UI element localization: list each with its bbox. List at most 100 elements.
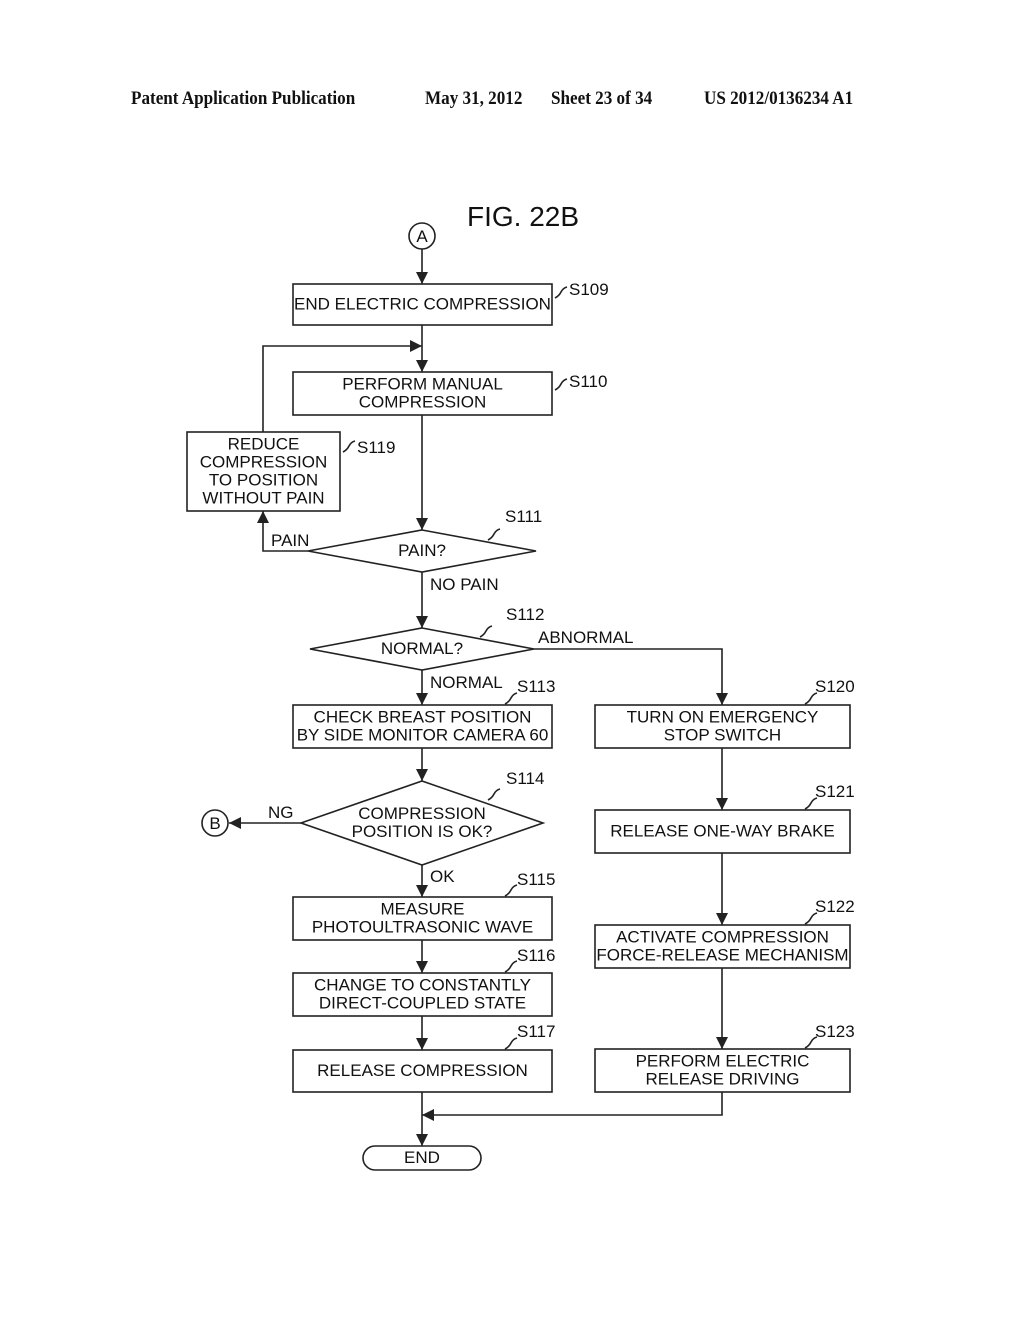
process-box-s119-text-line: REDUCE xyxy=(228,435,300,454)
branch-label-ng: NG xyxy=(268,803,294,822)
arrowhead xyxy=(257,511,269,523)
step-label-leader xyxy=(487,528,501,541)
process-box-s123-text-line: PERFORM ELECTRIC xyxy=(636,1052,810,1071)
arrowhead xyxy=(416,693,428,705)
arrowhead xyxy=(416,272,428,284)
process-box-s119-text-line: WITHOUT PAIN xyxy=(202,489,324,508)
decision-s112: NORMAL? xyxy=(309,627,535,671)
arrowhead xyxy=(416,518,428,530)
arrowhead xyxy=(422,1109,434,1121)
branch-label-ok: OK xyxy=(430,867,455,886)
process-box-s121: RELEASE ONE-WAY BRAKE xyxy=(594,809,851,854)
step-label-leader xyxy=(554,286,568,299)
flow-nodes: A END ELECTRIC COMPRESSION S109 PERFORM MAN… xyxy=(186,222,855,1171)
step-label-leader xyxy=(342,440,356,453)
step-id: S119 xyxy=(357,438,395,457)
process-box-s110-text-line: PERFORM MANUAL xyxy=(342,375,503,394)
step-id: S117 xyxy=(517,1022,555,1041)
connector-a-label: A xyxy=(416,227,428,246)
process-box-s122: ACTIVATE COMPRESSIONFORCE-RELEASE MECHAN… xyxy=(594,924,851,969)
step-label-s111: S111 xyxy=(487,507,542,541)
branch-label-abnormal: ABNORMAL xyxy=(538,628,633,647)
step-id: S114 xyxy=(506,769,544,788)
step-id: S121 xyxy=(815,782,855,801)
arrowhead xyxy=(416,769,428,781)
process-box-s109: END ELECTRIC COMPRESSION xyxy=(292,283,553,326)
end-terminator: END xyxy=(362,1145,482,1171)
process-box-s119: REDUCECOMPRESSIONTO POSITIONWITHOUT PAIN xyxy=(186,431,341,512)
decision-s114-text-line: COMPRESSION xyxy=(358,804,486,823)
process-box-s113-text-line: BY SIDE MONITOR CAMERA 60 xyxy=(297,726,549,745)
decision-s112-text-line: NORMAL? xyxy=(381,639,463,658)
process-box-s119-text-line: COMPRESSION xyxy=(200,453,328,472)
decision-s114-text-line: POSITION IS OK? xyxy=(352,822,493,841)
step-label-leader xyxy=(554,378,568,391)
step-label-s116: S116 xyxy=(504,946,555,973)
step-label-s123: S123 xyxy=(804,1022,855,1049)
arrowhead xyxy=(416,1038,428,1050)
step-label-s114: S114 xyxy=(487,769,544,801)
process-box-s117-text-line: RELEASE COMPRESSION xyxy=(317,1061,528,1080)
step-label-leader xyxy=(504,884,518,897)
arrowhead xyxy=(716,913,728,925)
connector-b: B xyxy=(201,809,229,837)
step-label-leader xyxy=(504,692,518,705)
flowchart: FIG. 22B A END ELECTRIC COMPRESSION S109 PE… xyxy=(186,201,855,1171)
step-id: S122 xyxy=(815,897,855,916)
step-label-s117: S117 xyxy=(504,1022,555,1050)
step-id: S113 xyxy=(517,677,555,696)
step-id: S116 xyxy=(517,946,555,965)
process-box-s120-text-line: TURN ON EMERGENCY xyxy=(627,708,819,727)
process-box-s113: CHECK BREAST POSITIONBY SIDE MONITOR CAM… xyxy=(292,704,553,749)
arrowhead xyxy=(416,1134,428,1146)
branch-label-normal: NORMAL xyxy=(430,673,503,692)
step-id: S112 xyxy=(506,605,544,624)
arrowhead xyxy=(416,961,428,973)
arrowhead xyxy=(716,1037,728,1049)
process-box-s122-text-line: ACTIVATE COMPRESSION xyxy=(616,928,829,947)
process-box-s123: PERFORM ELECTRICRELEASE DRIVING xyxy=(594,1048,851,1093)
arrowhead xyxy=(416,360,428,372)
process-box-s110-text-line: COMPRESSION xyxy=(359,393,487,412)
arrowhead xyxy=(716,693,728,705)
process-box-s115-text-line: MEASURE xyxy=(380,900,464,919)
process-box-s110: PERFORM MANUALCOMPRESSION xyxy=(292,371,553,416)
arrowhead xyxy=(410,340,422,352)
step-label-leader xyxy=(479,625,493,638)
s112-abnormal-branch xyxy=(534,648,723,705)
process-box-s115-text-line: PHOTOULTRASONIC WAVE xyxy=(312,918,533,937)
arrowhead xyxy=(416,885,428,897)
step-label-s113: S113 xyxy=(504,677,555,705)
decision-s111-text-line: PAIN? xyxy=(398,541,446,560)
step-label-s122: S122 xyxy=(804,897,855,925)
step-label-leader xyxy=(504,1037,518,1050)
s123-merge xyxy=(422,1092,723,1116)
decision-s114: COMPRESSIONPOSITION IS OK? xyxy=(298,780,546,866)
step-id: S115 xyxy=(517,870,555,889)
arrowhead xyxy=(716,798,728,810)
step-label-s119: S119 xyxy=(342,438,395,457)
step-id: S111 xyxy=(505,507,542,526)
step-label-s110: S110 xyxy=(554,372,607,391)
arrowhead xyxy=(229,817,241,829)
branch-label-pain: PAIN xyxy=(271,531,309,550)
step-label-s109: S109 xyxy=(554,280,609,299)
process-box-s115: MEASUREPHOTOULTRASONIC WAVE xyxy=(292,896,553,941)
process-box-s123-text-line: RELEASE DRIVING xyxy=(646,1070,800,1089)
process-box-s109-text-line: END ELECTRIC COMPRESSION xyxy=(294,295,551,314)
decision-s111: PAIN? xyxy=(307,529,537,573)
end-terminator-text-line: END xyxy=(404,1148,440,1167)
process-box-s122-text-line: FORCE-RELEASE MECHANISM xyxy=(596,946,848,965)
step-id: S110 xyxy=(569,372,607,391)
process-box-s121-text-line: RELEASE ONE-WAY BRAKE xyxy=(610,822,835,841)
process-box-s116-text-line: DIRECT-COUPLED STATE xyxy=(319,994,526,1013)
step-id: S109 xyxy=(569,280,609,299)
step-id: S120 xyxy=(815,677,855,696)
step-label-s121: S121 xyxy=(804,782,855,810)
step-label-s112: S112 xyxy=(479,605,544,638)
connector-a: A xyxy=(408,222,436,250)
process-box-s113-text-line: CHECK BREAST POSITION xyxy=(314,708,532,727)
branch-label-no_pain: NO PAIN xyxy=(430,575,499,594)
process-box-s116: CHANGE TO CONSTANTLYDIRECT-COUPLED STATE xyxy=(292,972,553,1017)
arrowhead xyxy=(416,616,428,628)
